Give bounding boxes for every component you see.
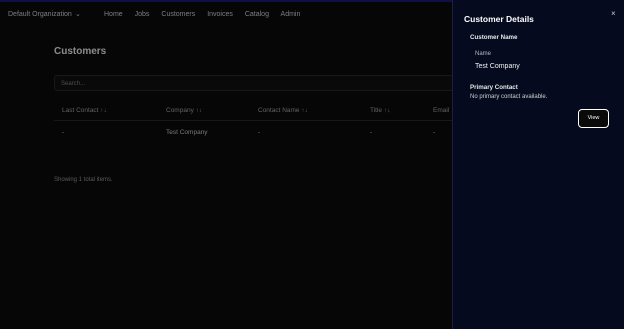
primary-contact-heading: Primary Contact [470, 84, 518, 91]
drawer-title: Customer Details [464, 14, 534, 24]
name-label: Name [475, 51, 492, 57]
view-button[interactable]: View [578, 109, 609, 128]
close-icon[interactable]: × [611, 9, 616, 18]
customer-name-heading: Customer Name [470, 34, 518, 41]
customer-details-drawer: Customer Details × Customer Name Name Te… [452, 0, 624, 329]
modal-backdrop[interactable] [0, 0, 452, 329]
name-value: Test Company [475, 63, 520, 70]
no-contact-message: No primary contact available. [470, 94, 548, 100]
